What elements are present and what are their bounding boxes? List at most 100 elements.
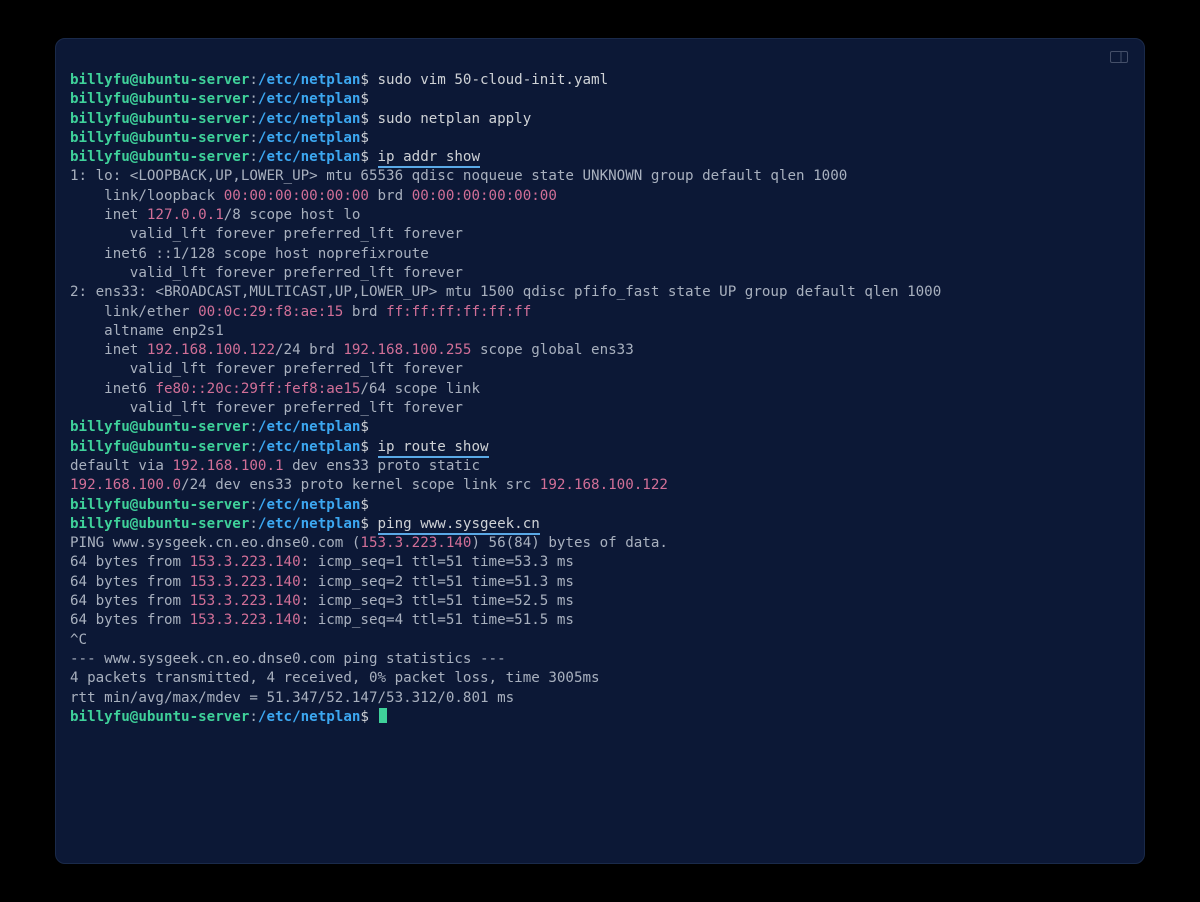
- prompt-symbol: $: [360, 111, 377, 127]
- output-text: rtt min/avg/max/mdev = 51.347/52.147/53.…: [70, 690, 514, 706]
- output-text: /24 dev ens33 proto kernel scope link sr…: [181, 477, 540, 493]
- output-text: scope global ens33: [471, 342, 633, 358]
- terminal-line: PING www.sysgeek.cn.eo.dnse0.com (153.3.…: [70, 534, 1130, 553]
- output-text: : icmp_seq=2 ttl=51 time=51.3 ms: [301, 574, 574, 590]
- ip-address: 153.3.223.140: [190, 612, 301, 628]
- terminal-line: link/ether 00:0c:29:f8:ae:15 brd ff:ff:f…: [70, 303, 1130, 322]
- terminal-line: 64 bytes from 153.3.223.140: icmp_seq=3 …: [70, 592, 1130, 611]
- prompt-user: billyfu@ubuntu-server: [70, 516, 249, 532]
- output-text: default via: [70, 458, 173, 474]
- ip-address: 153.3.223.140: [190, 554, 301, 570]
- mac-address: 00:00:00:00:00:00: [224, 188, 369, 204]
- prompt-user: billyfu@ubuntu-server: [70, 419, 249, 435]
- terminal-line: inet6 fe80::20c:29ff:fef8:ae15/64 scope …: [70, 380, 1130, 399]
- command-text: ping www.sysgeek.cn: [378, 516, 540, 535]
- prompt-user: billyfu@ubuntu-server: [70, 72, 249, 88]
- cursor: [379, 708, 387, 723]
- ip-address: 153.3.223.140: [190, 574, 301, 590]
- output-text: 4 packets transmitted, 4 received, 0% pa…: [70, 670, 600, 686]
- prompt-path: /etc/netplan: [258, 111, 361, 127]
- prompt-symbol: $: [360, 419, 377, 435]
- output-text: brd: [343, 304, 386, 320]
- terminal-line: billyfu@ubuntu-server:/etc/netplan$: [70, 496, 1130, 515]
- output-text: brd: [369, 188, 412, 204]
- command-text: ip addr show: [378, 149, 481, 168]
- prompt-symbol: $: [360, 72, 377, 88]
- prompt-path: /etc/netplan: [258, 709, 361, 725]
- output-text: ) 56(84) bytes of data.: [471, 535, 667, 551]
- mac-address: 00:00:00:00:00:00: [412, 188, 557, 204]
- prompt-user: billyfu@ubuntu-server: [70, 439, 249, 455]
- terminal-line: 2: ens33: <BROADCAST,MULTICAST,UP,LOWER_…: [70, 283, 1130, 302]
- terminal-line: valid_lft forever preferred_lft forever: [70, 360, 1130, 379]
- terminal-line: --- www.sysgeek.cn.eo.dnse0.com ping sta…: [70, 650, 1130, 669]
- output-text: link/ether: [70, 304, 198, 320]
- output-text: valid_lft forever preferred_lft forever: [70, 361, 463, 377]
- terminal-line: valid_lft forever preferred_lft forever: [70, 399, 1130, 418]
- terminal-line: 192.168.100.0/24 dev ens33 proto kernel …: [70, 476, 1130, 495]
- prompt-user: billyfu@ubuntu-server: [70, 91, 249, 107]
- prompt-symbol: $: [360, 709, 377, 725]
- command-text: sudo netplan apply: [378, 111, 532, 127]
- output-text: 2: ens33: <BROADCAST,MULTICAST,UP,LOWER_…: [70, 284, 941, 300]
- output-text: 1: lo: <LOOPBACK,UP,LOWER_UP> mtu 65536 …: [70, 168, 847, 184]
- terminal-line: link/loopback 00:00:00:00:00:00 brd 00:0…: [70, 187, 1130, 206]
- terminal-line: 1: lo: <LOOPBACK,UP,LOWER_UP> mtu 65536 …: [70, 167, 1130, 186]
- terminal-line: ^C: [70, 631, 1130, 650]
- terminal-line: billyfu@ubuntu-server:/etc/netplan$ ping…: [70, 515, 1130, 534]
- output-text: inet6 ::1/128 scope host noprefixroute: [70, 246, 429, 262]
- terminal-line: billyfu@ubuntu-server:/etc/netplan$ sudo…: [70, 71, 1130, 90]
- terminal-line: billyfu@ubuntu-server:/etc/netplan$ sudo…: [70, 110, 1130, 129]
- prompt-path: /etc/netplan: [258, 516, 361, 532]
- output-text: 64 bytes from: [70, 574, 190, 590]
- prompt-path: /etc/netplan: [258, 419, 361, 435]
- ip-address: 192.168.100.0: [70, 477, 181, 493]
- output-text: altname enp2s1: [70, 323, 224, 339]
- prompt-user: billyfu@ubuntu-server: [70, 111, 249, 127]
- mac-address: ff:ff:ff:ff:ff:ff: [386, 304, 531, 320]
- prompt-symbol: $: [360, 497, 377, 513]
- prompt-user: billyfu@ubuntu-server: [70, 149, 249, 165]
- terminal-line: inet 127.0.0.1/8 scope host lo: [70, 206, 1130, 225]
- prompt-path: /etc/netplan: [258, 91, 361, 107]
- terminal-line: 4 packets transmitted, 4 received, 0% pa…: [70, 669, 1130, 688]
- terminal-line: billyfu@ubuntu-server:/etc/netplan$: [70, 418, 1130, 437]
- prompt-path: /etc/netplan: [258, 130, 361, 146]
- output-text: 64 bytes from: [70, 593, 190, 609]
- prompt-symbol: $: [360, 439, 377, 455]
- output-text: dev ens33 proto static: [284, 458, 480, 474]
- terminal-line: 64 bytes from 153.3.223.140: icmp_seq=2 …: [70, 573, 1130, 592]
- terminal-line: rtt min/avg/max/mdev = 51.347/52.147/53.…: [70, 689, 1130, 708]
- output-text: valid_lft forever preferred_lft forever: [70, 265, 463, 281]
- output-text: ^C: [70, 632, 87, 648]
- prompt-path: /etc/netplan: [258, 72, 361, 88]
- output-text: link/loopback: [70, 188, 224, 204]
- output-text: /8 scope host lo: [224, 207, 361, 223]
- terminal-output[interactable]: billyfu@ubuntu-server:/etc/netplan$ sudo…: [70, 71, 1130, 727]
- output-text: valid_lft forever preferred_lft forever: [70, 226, 463, 242]
- prompt-path: /etc/netplan: [258, 497, 361, 513]
- output-text: PING www.sysgeek.cn.eo.dnse0.com (: [70, 535, 360, 551]
- terminal-window[interactable]: billyfu@ubuntu-server:/etc/netplan$ sudo…: [55, 38, 1145, 864]
- terminal-line: 64 bytes from 153.3.223.140: icmp_seq=1 …: [70, 553, 1130, 572]
- prompt-symbol: $: [360, 130, 377, 146]
- terminal-line: billyfu@ubuntu-server:/etc/netplan$: [70, 129, 1130, 148]
- prompt-symbol: $: [360, 91, 377, 107]
- prompt-path: /etc/netplan: [258, 149, 361, 165]
- terminal-line: default via 192.168.100.1 dev ens33 prot…: [70, 457, 1130, 476]
- split-pane-icon[interactable]: [1110, 51, 1128, 63]
- terminal-line: valid_lft forever preferred_lft forever: [70, 264, 1130, 283]
- terminal-line: 64 bytes from 153.3.223.140: icmp_seq=4 …: [70, 611, 1130, 630]
- mac-address: fe80::20c:29ff:fef8:ae15: [155, 381, 360, 397]
- ip-address: 192.168.100.122: [540, 477, 668, 493]
- prompt-user: billyfu@ubuntu-server: [70, 130, 249, 146]
- prompt-symbol: $: [360, 516, 377, 532]
- prompt-path: /etc/netplan: [258, 439, 361, 455]
- output-text: inet: [70, 342, 147, 358]
- ip-address: 153.3.223.140: [190, 593, 301, 609]
- prompt-user: billyfu@ubuntu-server: [70, 709, 249, 725]
- terminal-line: billyfu@ubuntu-server:/etc/netplan$: [70, 90, 1130, 109]
- mac-address: 00:0c:29:f8:ae:15: [198, 304, 343, 320]
- command-text: ip route show: [378, 439, 489, 458]
- terminal-line: inet6 ::1/128 scope host noprefixroute: [70, 245, 1130, 264]
